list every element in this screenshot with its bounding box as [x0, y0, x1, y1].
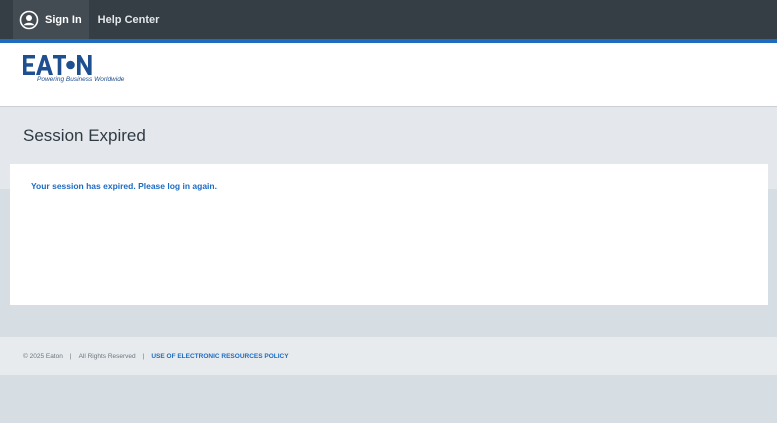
resources-policy-link[interactable]: USE OF ELECTRONIC RESOURCES POLICY — [151, 353, 288, 360]
footer-separator: | — [69, 352, 72, 360]
sign-in-button[interactable]: Sign In — [13, 0, 89, 39]
sign-in-label: Sign In — [45, 13, 82, 26]
page-footer: © 2025 Eaton | All Rights Reserved | USE… — [0, 337, 777, 375]
site-header: Powering Business Worldwide — [0, 43, 777, 107]
brand-tagline: Powering Business Worldwide — [37, 76, 125, 83]
help-center-link[interactable]: Help Center — [89, 0, 169, 39]
footer-separator: | — [142, 352, 145, 360]
rights-text: All Rights Reserved — [78, 352, 136, 360]
user-circle-icon — [19, 10, 39, 30]
copyright-text: © 2025 Eaton — [23, 352, 63, 360]
eaton-logo[interactable] — [23, 55, 93, 75]
top-nav-bar: Sign In Help Center — [0, 0, 777, 39]
message-card: Your session has expired. Please log in … — [10, 164, 768, 305]
page-title: Session Expired — [23, 126, 146, 145]
session-expired-message: Your session has expired. Please log in … — [31, 181, 217, 191]
